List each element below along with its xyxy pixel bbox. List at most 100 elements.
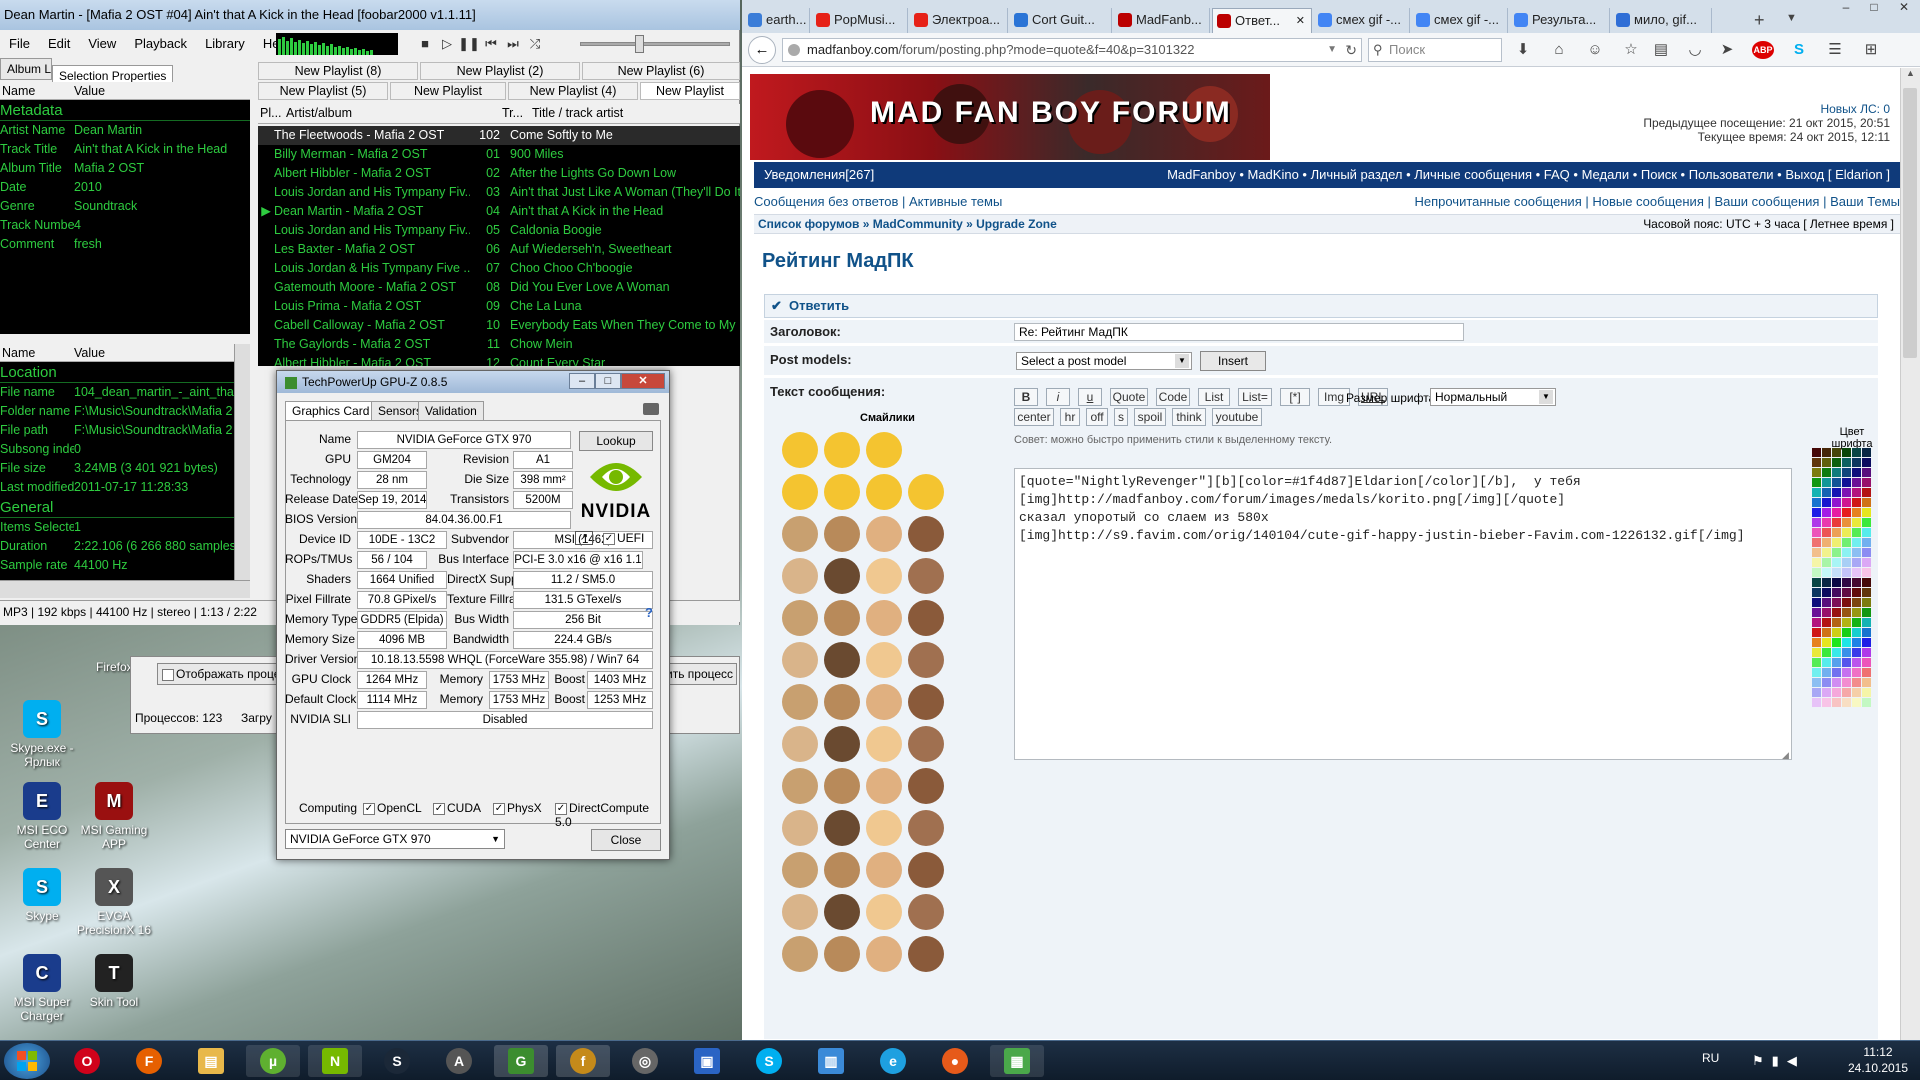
playlist-row[interactable]: Albert Hibbler - Mafia 2 OST 12 Count Ever… <box>258 354 740 366</box>
font-size-select[interactable]: Нормальный ▼ <box>1430 388 1556 406</box>
color-swatch[interactable] <box>1822 538 1831 547</box>
color-swatch[interactable] <box>1852 618 1861 627</box>
cuda-checkbox[interactable]: ✓ CUDA <box>433 801 481 815</box>
back-button[interactable]: ← <box>748 36 776 64</box>
color-swatch[interactable] <box>1862 548 1871 557</box>
opencl-checkbox[interactable]: ✓ OpenCL <box>363 801 422 815</box>
color-swatch[interactable] <box>1852 698 1861 707</box>
desktop-icon-msi-gaming[interactable]: M MSI Gaming APP <box>72 782 156 851</box>
send-icon[interactable]: ➤ <box>1718 41 1736 59</box>
smiley-icon[interactable] <box>824 474 860 510</box>
smiley-icon[interactable] <box>824 558 860 594</box>
color-swatch[interactable] <box>1852 658 1861 667</box>
playlist-row[interactable]: Louis Jordan and His Tympany Fiv... 05 Cal… <box>258 221 740 240</box>
quick-links-right[interactable]: Непрочитанные сообщения | Новые сообщени… <box>1414 192 1900 212</box>
tab-graphics-card[interactable]: Graphics Card <box>285 401 377 421</box>
tab-validation[interactable]: Validation <box>418 401 484 421</box>
color-swatch[interactable] <box>1842 668 1851 677</box>
color-swatch[interactable] <box>1822 528 1831 537</box>
tab-playlist-2[interactable]: New Playlist (2) <box>420 62 580 80</box>
color-swatch[interactable] <box>1852 538 1861 547</box>
color-swatch[interactable] <box>1842 448 1851 457</box>
taskbar-explorer[interactable]: ▤ <box>184 1045 238 1077</box>
smiley-icon[interactable] <box>866 516 902 552</box>
browser-tab[interactable]: PopMusi... <box>812 8 908 34</box>
color-swatch[interactable] <box>1862 508 1871 517</box>
color-swatch[interactable] <box>1822 568 1831 577</box>
playlist-row[interactable]: Albert Hibbler - Mafia 2 OST 02 After the … <box>258 164 740 183</box>
col-artist[interactable]: Artist/album <box>276 104 502 123</box>
smiley-icon[interactable] <box>782 894 818 930</box>
color-swatch[interactable] <box>1812 678 1821 687</box>
color-swatch[interactable] <box>1862 538 1871 547</box>
color-swatch[interactable] <box>1832 688 1841 697</box>
smiley-icon[interactable] <box>908 516 944 552</box>
url-bar[interactable]: madfanboy.com/forum/posting.php?mode=quo… <box>782 38 1362 62</box>
bbcode-button[interactable]: spoil <box>1134 408 1166 426</box>
properties-scrollbar[interactable] <box>234 344 250 580</box>
tab-playlist-6[interactable]: New Playlist (6) <box>582 62 740 80</box>
color-swatch[interactable] <box>1812 628 1821 637</box>
color-swatch[interactable] <box>1862 688 1871 697</box>
smiley-icon[interactable] <box>782 474 818 510</box>
color-swatch[interactable] <box>1822 478 1831 487</box>
maximize-button[interactable]: □ <box>595 373 621 389</box>
color-swatch[interactable] <box>1842 548 1851 557</box>
color-swatch[interactable] <box>1812 538 1821 547</box>
col-track-no[interactable]: Tr... <box>502 104 532 123</box>
property-row[interactable]: Artist Name Dean Martin <box>0 121 250 140</box>
playlist-row[interactable]: Gatemouth Moore - Mafia 2 OST 08 Did You E… <box>258 278 740 297</box>
taskbar-taskmgr[interactable]: ▦ <box>990 1045 1044 1077</box>
taskbar-gpuz[interactable]: G <box>494 1045 548 1077</box>
smiley-icon[interactable] <box>782 810 818 846</box>
desktop-icon-skin-tool[interactable]: T Skin Tool <box>72 954 156 1009</box>
smiley-icon[interactable] <box>824 726 860 762</box>
color-swatch[interactable] <box>1832 578 1841 587</box>
property-row[interactable]: Date 2010 <box>0 178 250 197</box>
next-icon[interactable]: ⏭ <box>502 33 524 55</box>
color-swatch[interactable] <box>1812 588 1821 597</box>
pause-icon[interactable]: ❚❚ <box>458 33 480 55</box>
color-swatch[interactable] <box>1862 528 1871 537</box>
color-swatch[interactable] <box>1822 688 1831 697</box>
color-swatch[interactable] <box>1852 688 1861 697</box>
color-swatch[interactable] <box>1822 608 1831 617</box>
smiley-icon[interactable] <box>908 852 944 888</box>
color-swatch[interactable] <box>1842 608 1851 617</box>
chat-icon[interactable]: ☺ <box>1586 41 1604 59</box>
color-swatch[interactable] <box>1852 638 1861 647</box>
color-swatch[interactable] <box>1842 698 1851 707</box>
bookmarks-list-icon[interactable]: ▤ <box>1652 41 1670 59</box>
bbcode-button[interactable]: u <box>1078 388 1102 406</box>
color-swatch[interactable] <box>1822 558 1831 567</box>
property-row[interactable]: Last modified 2011-07-17 11:28:33 <box>0 478 250 497</box>
tray-action-center-icon[interactable]: ⚑ <box>1752 1053 1772 1068</box>
language-indicator[interactable]: RU <box>1702 1051 1719 1065</box>
menu-file[interactable]: File <box>0 36 39 51</box>
color-swatch[interactable] <box>1812 458 1821 467</box>
color-swatch[interactable] <box>1812 468 1821 477</box>
color-swatch[interactable] <box>1862 578 1871 587</box>
color-swatch[interactable] <box>1852 468 1861 477</box>
color-swatch[interactable] <box>1842 578 1851 587</box>
color-swatch[interactable] <box>1852 518 1861 527</box>
color-swatch[interactable] <box>1832 598 1841 607</box>
notifications-link[interactable]: Уведомления[267] <box>764 162 874 188</box>
color-swatch[interactable] <box>1812 638 1821 647</box>
color-swatch[interactable] <box>1842 658 1851 667</box>
tab-playlist-5[interactable]: New Playlist (5) <box>258 82 388 100</box>
adblock-icon[interactable]: ABP <box>1752 41 1774 59</box>
tab-playlist-4[interactable]: New Playlist (4) <box>508 82 638 100</box>
lookup-button[interactable]: Lookup <box>579 431 653 451</box>
taskbar-foobar[interactable]: f <box>556 1045 610 1077</box>
color-swatch[interactable] <box>1832 468 1841 477</box>
color-swatch[interactable] <box>1832 698 1841 707</box>
playlist-row[interactable]: Louis Jordan & His Tympany Five ... 07 Cho… <box>258 259 740 278</box>
smiley-icon[interactable] <box>824 894 860 930</box>
color-swatch[interactable] <box>1822 628 1831 637</box>
color-swatch[interactable] <box>1842 508 1851 517</box>
color-swatch[interactable] <box>1852 568 1861 577</box>
color-swatch[interactable] <box>1862 558 1871 567</box>
property-row[interactable]: Duration 2:22.106 (6 266 880 samples) <box>0 537 250 556</box>
smiley-icon[interactable] <box>782 600 818 636</box>
